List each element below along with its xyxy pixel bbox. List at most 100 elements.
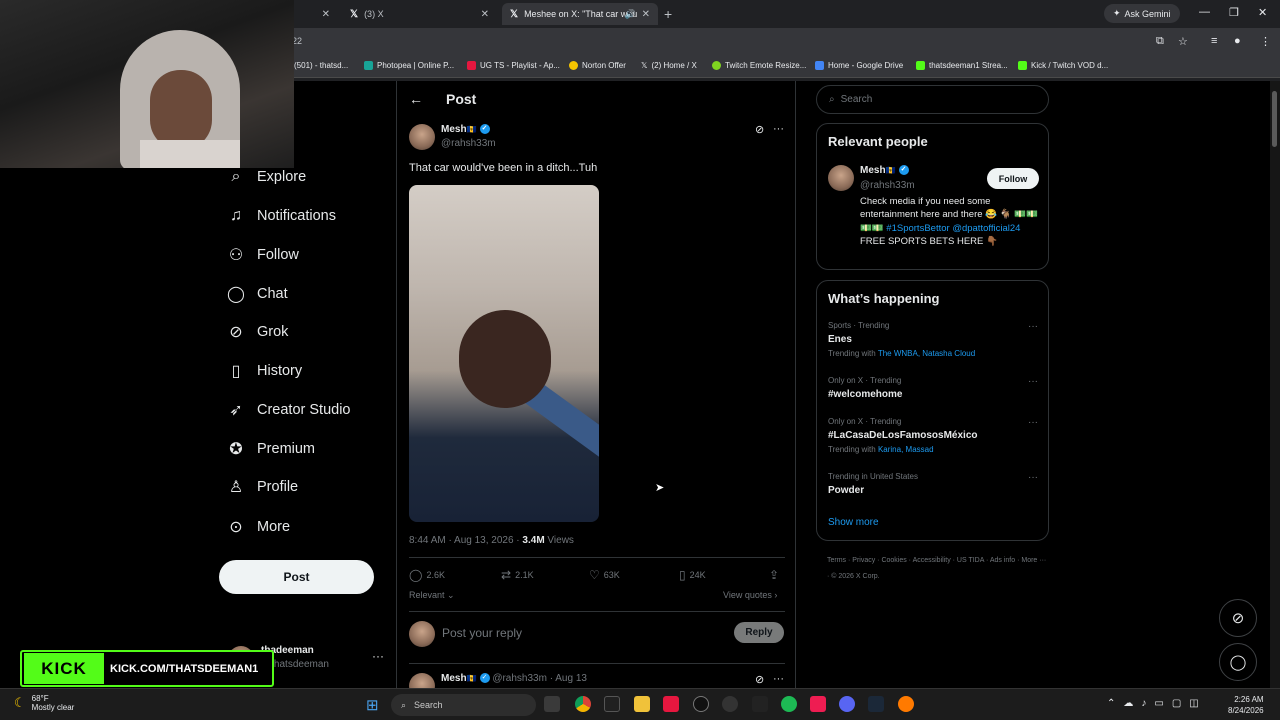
nav-follow[interactable]: ⚇ Follow — [227, 240, 299, 270]
trend-item[interactable]: Only on X · Trending #welcomehome ··· — [828, 376, 1038, 400]
spotify-icon[interactable] — [781, 696, 797, 712]
bookmark-photopea[interactable]: Photopea | Online P... — [364, 61, 454, 70]
reply-input[interactable]: Post your reply — [442, 626, 522, 640]
more-icon[interactable]: ··· — [1028, 417, 1038, 428]
bookmark-twitch-emote[interactable]: Twitch Emote Resize... — [712, 61, 806, 70]
more-icon[interactable]: ··· — [1028, 321, 1038, 332]
chrome-icon[interactable] — [575, 696, 591, 712]
grok-fab-button[interactable]: ⊘ — [1219, 599, 1257, 637]
scrollbar-thumb[interactable] — [1272, 91, 1277, 147]
reading-list-icon[interactable]: ≡ — [1211, 35, 1217, 47]
avatar[interactable] — [409, 124, 435, 150]
nav-more[interactable]: ⊙ More — [227, 512, 290, 542]
back-arrow-icon[interactable]: ← — [409, 91, 423, 107]
bookmark-norton[interactable]: Norton Offer — [569, 61, 626, 70]
share-button[interactable]: ⇪ — [769, 568, 779, 582]
trend-related-links[interactable]: The WNBA, Natasha Cloud — [878, 349, 975, 358]
bookmark-kick-stream[interactable]: thatsdeeman1 Strea... — [916, 61, 1008, 70]
grok-icon[interactable]: ⊘ — [755, 123, 764, 136]
profile-avatar-icon[interactable]: ● — [1234, 35, 1241, 47]
steam-icon[interactable] — [868, 696, 884, 712]
footer-links[interactable]: Terms · Privacy · Cookies · Accessibilit… — [827, 553, 1047, 585]
weather-widget[interactable]: ☾ 68°F Mostly clear — [14, 694, 74, 712]
tab-partial[interactable]: ✕ — [292, 3, 338, 25]
compose-post-button[interactable]: Post — [219, 560, 374, 594]
discord-icon[interactable] — [839, 696, 855, 712]
close-window-icon[interactable]: ✕ — [1258, 6, 1267, 19]
post-author-name[interactable]: Mesh🇧🇧 ✓ — [441, 124, 490, 135]
ask-gemini-button[interactable]: ✦ Ask Gemini — [1104, 4, 1180, 23]
restore-icon[interactable]: ❐ — [1229, 6, 1239, 19]
search-input[interactable]: ⌕ Search — [816, 85, 1049, 114]
nav-notifications[interactable]: ♫ Notifications — [227, 201, 336, 231]
nav-explore[interactable]: ⌕ Explore — [227, 162, 307, 192]
person-handle[interactable]: @rahsh33m — [860, 180, 915, 191]
trend-item[interactable]: Trending in United States Powder ··· — [828, 472, 1038, 496]
show-more-link[interactable]: Show more — [828, 517, 879, 528]
avatar[interactable] — [828, 165, 854, 191]
messages-fab-button[interactable]: ◯ — [1219, 643, 1257, 681]
trend-item[interactable]: Sports · Trending Enes Trending with The… — [828, 321, 1038, 358]
repost-button[interactable]: ⇄ 2.1K — [501, 568, 534, 582]
mention-link[interactable]: @dpattofficial24 — [952, 223, 1020, 234]
more-icon[interactable]: ··· — [372, 649, 384, 663]
tiktok-icon[interactable] — [810, 696, 826, 712]
reply-post-header[interactable]: Mesh🇧🇧 ✓ @rahsh33m · Aug 13 — [441, 673, 587, 684]
bookmark-google-drive[interactable]: Home - Google Drive — [815, 61, 903, 70]
nav-premium[interactable]: ✪ Premium — [227, 434, 315, 464]
bookmark-kick-vod[interactable]: Kick / Twitch VOD d... — [1018, 61, 1108, 70]
nav-chat[interactable]: ◯ Chat — [227, 279, 288, 309]
close-icon[interactable]: ✕ — [481, 9, 489, 20]
tab-x-home[interactable]: 𝕏 (3) X ✕ — [342, 3, 497, 25]
app-icon-dark[interactable] — [693, 696, 709, 712]
close-icon[interactable]: ✕ — [642, 9, 650, 20]
trend-item[interactable]: Only on X · Trending #LaCasaDeLosFamosos… — [828, 417, 1038, 454]
close-icon[interactable]: ✕ — [322, 9, 330, 20]
nav-history[interactable]: ▯ History — [227, 356, 303, 386]
nav-grok[interactable]: ⊘ Grok — [227, 317, 288, 347]
like-button[interactable]: ♡ 63K — [589, 568, 620, 582]
file-explorer-icon[interactable] — [634, 696, 650, 712]
person-name[interactable]: Mesh🇧🇧 ✓ — [860, 165, 909, 176]
chrome-menu-icon[interactable]: ⋮ — [1260, 35, 1271, 48]
terminal-icon[interactable] — [604, 696, 620, 712]
more-icon[interactable]: ··· — [1028, 376, 1038, 387]
reply-sort-dropdown[interactable]: Relevant ⌄ — [409, 590, 455, 601]
grok-icon[interactable]: ⊘ — [755, 673, 764, 686]
follow-button[interactable]: Follow — [987, 168, 1039, 189]
bookmark-button[interactable]: ▯ 24K — [679, 568, 706, 582]
gemini-label: Ask Gemini — [1124, 8, 1171, 19]
bookmark-label: (501) - thatsd... — [294, 61, 349, 70]
install-app-icon[interactable]: ⧉ — [1156, 35, 1164, 48]
bookmark-youtube[interactable]: (501) - thatsd... — [294, 61, 348, 70]
windows-start-icon[interactable]: ⊞ — [366, 696, 379, 714]
taskbar-clock[interactable]: 2:26 AM 8/24/2026 — [1228, 694, 1264, 716]
bookmark-playlist[interactable]: UG TS - Playlist - Ap... — [467, 61, 560, 70]
reply-submit-button[interactable]: Reply — [734, 622, 784, 643]
speaker-icon[interactable]: 🔊 — [625, 9, 636, 20]
view-quotes-link[interactable]: View quotes › — [723, 590, 777, 600]
minimize-icon[interactable]: — — [1199, 6, 1210, 18]
star-icon[interactable]: ☆ — [1178, 35, 1188, 48]
firefox-icon[interactable] — [898, 696, 914, 712]
hashtag-link[interactable]: #1SportsBettor — [886, 223, 949, 234]
obs-icon[interactable] — [722, 696, 738, 712]
nav-creator-studio[interactable]: ➶ Creator Studio — [227, 395, 350, 425]
post-author-handle[interactable]: @rahsh33m — [441, 138, 496, 149]
bookmark-x-home[interactable]: 𝕏 (2) Home / X — [641, 61, 697, 70]
task-view-icon[interactable] — [544, 696, 560, 712]
more-icon[interactable]: ··· — [773, 673, 784, 685]
more-icon[interactable]: ··· — [773, 123, 784, 135]
post-video[interactable] — [409, 185, 599, 522]
capcut-icon[interactable] — [752, 696, 768, 712]
app-icon-red[interactable] — [663, 696, 679, 712]
new-tab-button[interactable]: + — [664, 6, 672, 22]
system-tray[interactable]: ⌃☁♪▭▢◫ — [1107, 698, 1207, 709]
nav-profile[interactable]: ♙ Profile — [227, 472, 298, 502]
scrollbar[interactable] — [1270, 81, 1280, 688]
taskbar-search[interactable]: ⌕ Search — [391, 694, 536, 716]
more-icon[interactable]: ··· — [1028, 472, 1038, 483]
reply-button[interactable]: ◯ 2.6K — [409, 568, 445, 582]
tab-post[interactable]: 𝕏 Meshee on X: "That car wou 🔊 ✕ — [502, 3, 658, 25]
trend-related-links[interactable]: Karina, Massad — [878, 445, 934, 454]
